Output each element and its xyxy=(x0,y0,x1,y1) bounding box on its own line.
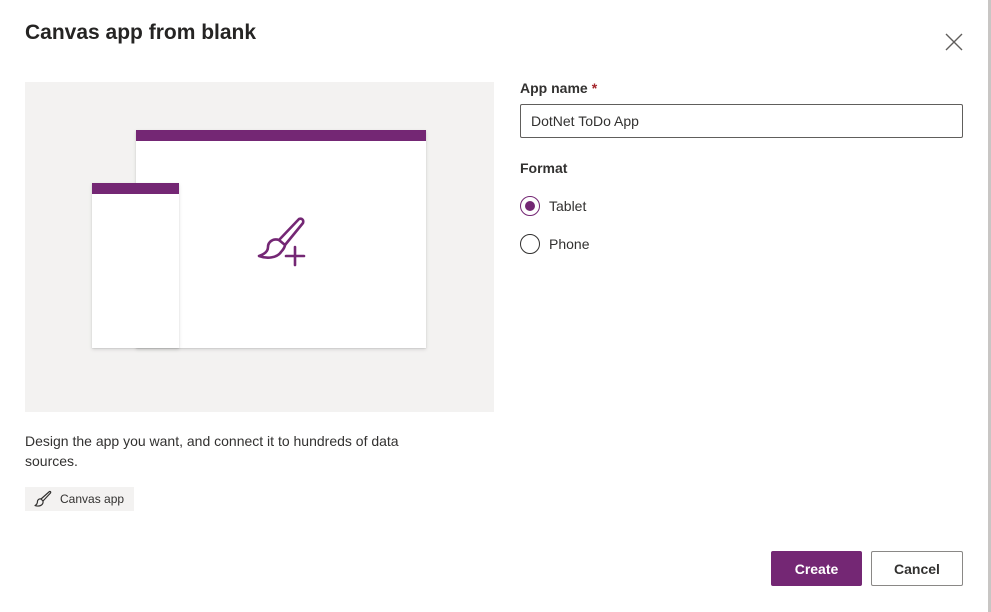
tag-label: Canvas app xyxy=(60,492,125,506)
dialog-title: Canvas app from blank xyxy=(25,21,257,44)
phone-header-bar xyxy=(92,183,179,194)
app-description: Design the app you want, and connect it … xyxy=(25,433,399,469)
app-name-label: App name * xyxy=(520,80,597,96)
format-option-phone[interactable]: Phone xyxy=(520,234,589,254)
radio-label-tablet: Tablet xyxy=(549,198,587,214)
tablet-header-bar xyxy=(136,130,426,141)
phone-mockup xyxy=(92,183,179,348)
create-button[interactable]: Create xyxy=(771,551,862,586)
close-button[interactable] xyxy=(938,26,970,58)
preview-illustration xyxy=(25,82,494,412)
radio-selected-dot xyxy=(525,201,535,211)
cancel-button[interactable]: Cancel xyxy=(871,551,963,586)
radio-button-tablet[interactable] xyxy=(520,196,540,216)
format-label: Format xyxy=(520,160,568,176)
brush-icon xyxy=(34,490,52,507)
radio-button-phone[interactable] xyxy=(520,234,540,254)
required-marker: * xyxy=(591,80,598,96)
close-icon xyxy=(945,33,963,51)
canvas-app-tag: Canvas app xyxy=(25,487,135,511)
format-option-tablet[interactable]: Tablet xyxy=(520,196,586,216)
canvas-app-dialog: Canvas app from blank Design the app you… xyxy=(0,0,991,612)
app-name-input[interactable] xyxy=(520,104,963,138)
brush-plus-icon xyxy=(257,217,306,267)
app-name-label-text: App name xyxy=(520,80,588,96)
radio-label-phone: Phone xyxy=(549,236,590,252)
